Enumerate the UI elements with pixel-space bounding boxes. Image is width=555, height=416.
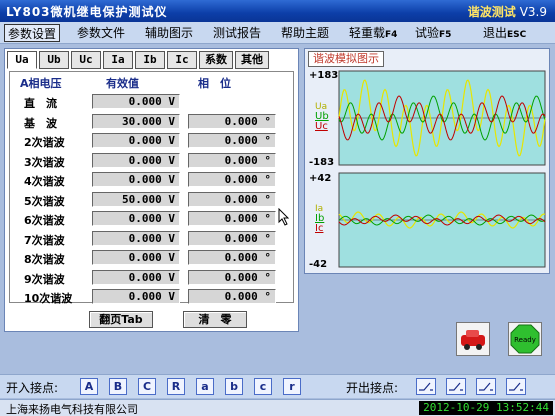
input-contact[interactable]: r <box>283 378 301 395</box>
harmonic-table: A相电压 有效值 相 位 直 流 0.000 V 基 波 30.000 V 0.000 … <box>9 71 294 305</box>
tab-ia[interactable]: Ia <box>103 51 133 69</box>
ready-button[interactable]: Ready <box>508 322 542 356</box>
output-contact[interactable] <box>506 378 526 395</box>
voltage-max-label: +183 <box>309 70 338 81</box>
input-contact[interactable]: c <box>254 378 272 395</box>
parameter-panel: Ua Ub Uc Ia Ib Ic 系数 其他 A相电压 有效值 相 位 直 流… <box>4 48 299 332</box>
svg-text:Ready: Ready <box>514 336 536 344</box>
col-header-value: 有效值 <box>106 77 139 90</box>
phase-field[interactable]: 0.000 ° <box>188 191 276 207</box>
col-header-phase: 相 位 <box>198 77 231 90</box>
input-contact[interactable]: R <box>167 378 185 395</box>
row-label: 9次谐波 <box>24 272 65 286</box>
input-contact[interactable]: a <box>196 378 214 395</box>
amplitude-field[interactable]: 0.000 V <box>92 269 180 285</box>
switch-icon <box>509 382 523 391</box>
row-label: 直 流 <box>24 97 57 110</box>
title-bar: LY803微机继电保护测试仪 谐波测试 V3.9 <box>0 0 555 22</box>
input-contact[interactable]: C <box>138 378 156 395</box>
phase-field[interactable]: 0.000 ° <box>188 211 276 226</box>
voltage-min-label: -183 <box>309 157 334 168</box>
switch-icon <box>449 382 463 391</box>
current-max-label: +42 <box>309 173 331 184</box>
clock: 2012-10-29 13:52:44 <box>419 401 553 415</box>
amplitude-field[interactable]: 0.000 V <box>92 94 180 109</box>
phase-field[interactable]: 0.000 ° <box>188 152 276 168</box>
row-label: 5次谐波 <box>24 194 65 208</box>
output-contact[interactable] <box>446 378 466 395</box>
waveform-panel: 谐波模拟图示 +183 -183 +42 -42 Ua Ub Uc Ia Ib … <box>304 48 550 274</box>
input-contact[interactable]: b <box>225 378 243 395</box>
row-label: 6次谐波 <box>24 214 65 227</box>
app-title: LY803微机继电保护测试仪 <box>6 5 168 19</box>
menu-bar: 参数设置 参数文件 辅助图示 测试报告 帮助主题 轻重载F4 试验F5 退出ES… <box>0 22 555 44</box>
tab-ic[interactable]: Ic <box>167 51 197 69</box>
input-contact[interactable]: A <box>80 378 98 395</box>
car-icon <box>461 330 485 350</box>
phase-field[interactable]: 0.000 ° <box>188 230 276 246</box>
row-label: 8次谐波 <box>24 253 65 266</box>
input-contact[interactable]: B <box>109 378 127 395</box>
current-min-label: -42 <box>309 259 327 270</box>
menu-test-report[interactable]: 测试报告 <box>210 24 264 42</box>
menu-exit[interactable]: 退出ESC <box>480 24 529 42</box>
io-bar: 开入接点: ABCRabcr 开出接点: <box>0 374 555 398</box>
status-bar: 上海来扬电气科技有限公司 2012-10-29 13:52:44 <box>0 399 555 416</box>
input-contacts-label: 开入接点: <box>6 381 59 395</box>
phase-field[interactable]: 0.000 ° <box>188 250 276 265</box>
version-label: V3.9 <box>519 5 547 19</box>
menu-param-file[interactable]: 参数文件 <box>74 24 128 42</box>
amplitude-field[interactable]: 30.000 V <box>92 113 180 129</box>
menu-param-settings[interactable]: 参数设置 <box>4 24 61 42</box>
amplitude-field[interactable]: 0.000 V <box>92 250 180 265</box>
amplitude-field[interactable]: 0.000 V <box>92 152 180 168</box>
tab-other[interactable]: 其他 <box>235 51 269 69</box>
phase-field[interactable]: 0.000 ° <box>188 269 276 285</box>
mode-label: 谐波测试 <box>467 5 516 19</box>
uc-legend: Uc <box>315 121 328 132</box>
tab-ua[interactable]: Ua <box>7 51 37 69</box>
tab-ub[interactable]: Ub <box>39 51 69 69</box>
amplitude-field[interactable]: 0.000 V <box>92 211 180 226</box>
output-contact[interactable] <box>476 378 496 395</box>
phase-field[interactable]: 0.000 ° <box>188 289 276 304</box>
row-label: 基 波 <box>24 116 57 130</box>
amplitude-field[interactable]: 0.000 V <box>92 230 180 246</box>
menu-help[interactable]: 帮助主题 <box>278 24 332 42</box>
row-label: 2次谐波 <box>24 136 65 149</box>
tab-coefficient[interactable]: 系数 <box>199 51 233 69</box>
phase-field[interactable]: 0.000 ° <box>188 133 276 148</box>
amplitude-field[interactable]: 50.000 V <box>92 191 180 207</box>
waveform-chart: +183 -183 +42 -42 Ua Ub Uc Ia Ib Ic <box>309 70 546 270</box>
tab-ib[interactable]: Ib <box>135 51 165 69</box>
page-turn-button[interactable]: 翻页Tab <box>89 311 153 328</box>
row-label: 3次谐波 <box>24 155 65 169</box>
amplitude-field[interactable]: 0.000 V <box>92 172 180 187</box>
menu-aux-diagram[interactable]: 辅助图示 <box>142 24 196 42</box>
mode-indicator: 谐波测试 V3.9 <box>468 3 547 20</box>
company-name: 上海来扬电气科技有限公司 <box>6 403 138 416</box>
overload-button[interactable] <box>456 322 490 356</box>
menu-load[interactable]: 轻重载F4 <box>346 24 400 42</box>
clear-button[interactable]: 清 零 <box>183 311 247 328</box>
row-label: 7次谐波 <box>24 233 65 247</box>
col-header-name: A相电压 <box>20 77 62 90</box>
amplitude-field[interactable]: 0.000 V <box>92 133 180 148</box>
output-contacts-label: 开出接点: <box>346 381 399 395</box>
waveform-tab[interactable]: 谐波模拟图示 <box>308 51 384 67</box>
row-label: 4次谐波 <box>24 175 65 188</box>
menu-test[interactable]: 试验F5 <box>412 24 454 42</box>
switch-icon <box>419 382 433 391</box>
tab-uc[interactable]: Uc <box>71 51 101 69</box>
phase-field[interactable]: 0.000 ° <box>188 172 276 187</box>
mouse-cursor-icon <box>278 208 290 226</box>
output-contact[interactable] <box>416 378 436 395</box>
amplitude-field[interactable]: 0.000 V <box>92 289 180 304</box>
ic-legend: Ic <box>315 223 323 234</box>
switch-icon <box>479 382 493 391</box>
ready-icon: Ready <box>510 324 540 354</box>
row-label: 10次谐波 <box>24 292 73 305</box>
phase-field[interactable]: 0.000 ° <box>188 113 276 129</box>
